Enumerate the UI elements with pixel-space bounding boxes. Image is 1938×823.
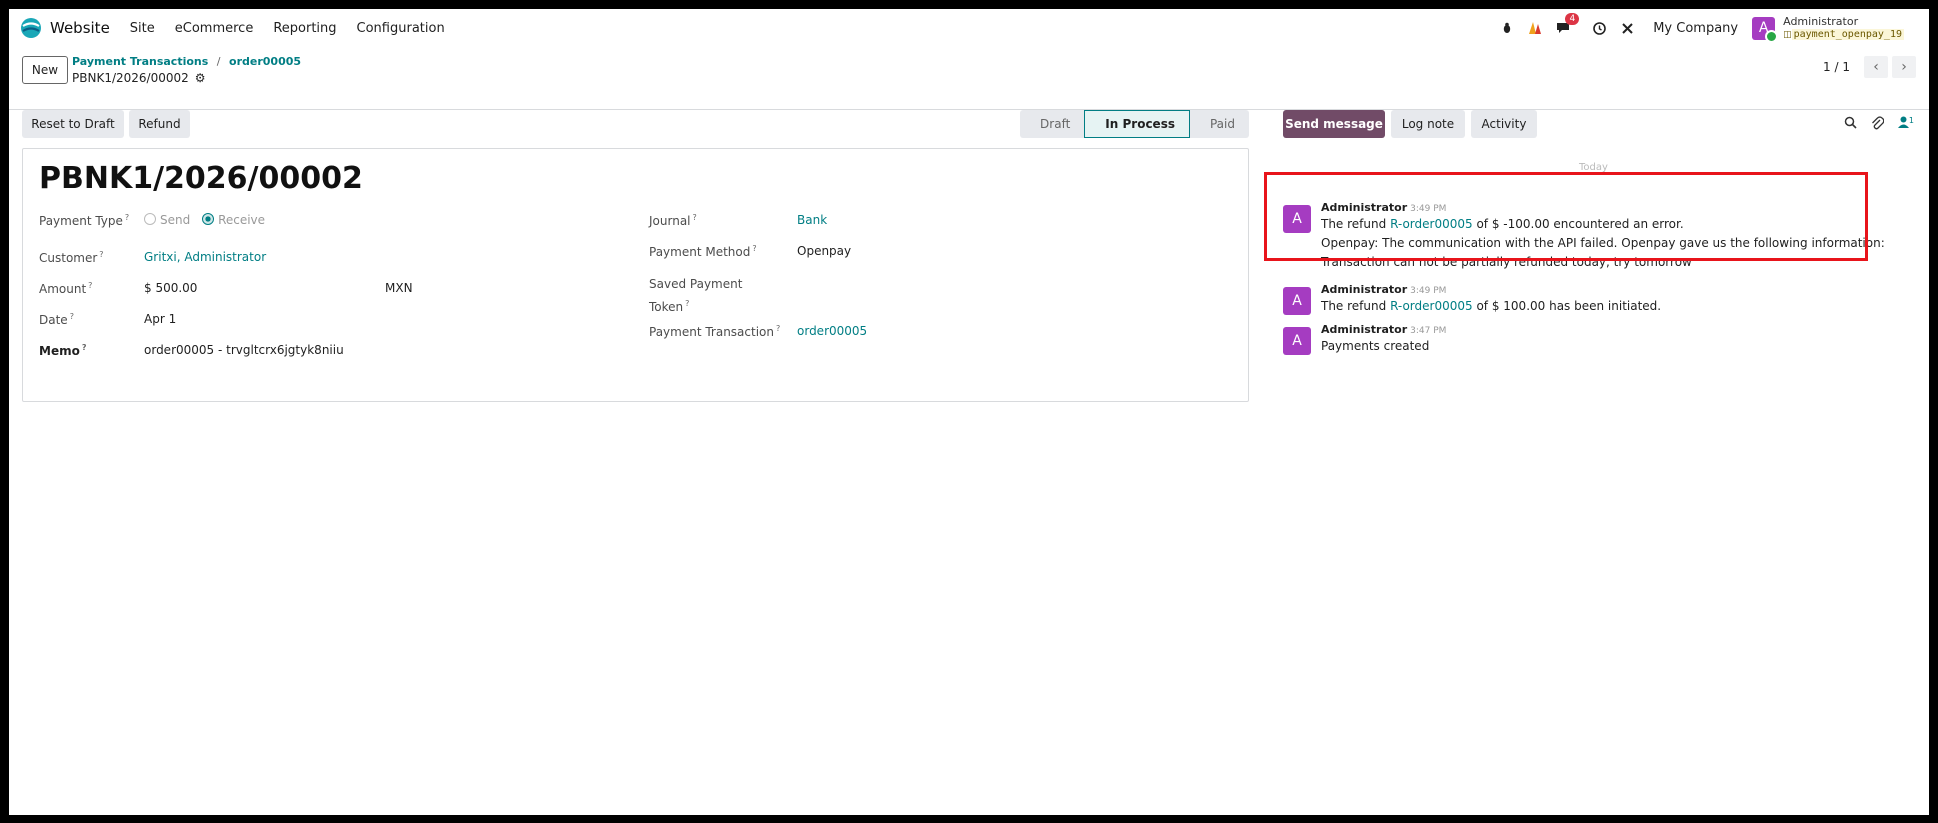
message-author[interactable]: Administrator <box>1321 323 1407 336</box>
menu-item-site[interactable]: Site <box>130 21 155 36</box>
payment-method-label: Payment Method? <box>649 244 757 259</box>
customer-label: Customer? <box>39 250 104 265</box>
journal-label: Journal? <box>649 213 697 228</box>
messages-badge: 4 <box>1565 13 1580 25</box>
stage-selector: Draft In Process Paid <box>1020 110 1249 138</box>
menu-item-ecommerce[interactable]: eCommerce <box>175 21 254 36</box>
payment-transaction-label: Payment Transaction? <box>649 324 781 339</box>
database-icon: ◫ <box>1783 29 1792 40</box>
gear-icon[interactable]: ⚙ <box>195 71 206 85</box>
memo-label: Memo? <box>39 343 87 358</box>
new-button[interactable]: New <box>22 56 68 84</box>
pager-previous-icon[interactable]: ‹ <box>1864 56 1888 78</box>
refund-button[interactable]: Refund <box>129 110 190 138</box>
radio-receive[interactable] <box>202 213 215 225</box>
message-header: Administrator 3:47 PM <box>1321 323 1446 336</box>
pager: 1 / 1 ‹ › <box>1823 56 1916 78</box>
activity-button[interactable]: Activity <box>1471 110 1537 138</box>
tools-icon[interactable] <box>1619 20 1635 36</box>
user-avatar[interactable]: A <box>1752 16 1779 43</box>
payment-title: PBNK1/2026/00002 <box>39 161 363 196</box>
website-app-icon <box>21 18 41 38</box>
radio-send-label: Send <box>160 213 191 227</box>
followers-count: 1 <box>1908 116 1914 125</box>
payment-method-field[interactable]: Openpay <box>797 244 851 258</box>
record-name: PBNK1/2026/00002 ⚙ <box>72 71 206 85</box>
bug-icon[interactable] <box>1499 20 1515 36</box>
control-panel: New Payment Transactions / order00005 PB… <box>9 47 1929 110</box>
app-window: Website Site eCommerce Reporting Configu… <box>9 9 1929 815</box>
record-name-text: PBNK1/2026/00002 <box>72 71 189 85</box>
breadcrumb: Payment Transactions / order00005 <box>72 55 301 68</box>
followers-icon[interactable]: 1 <box>1897 116 1914 134</box>
form-sheet: PBNK1/2026/00002 Payment Type? Send Rece… <box>22 148 1249 402</box>
radio-send[interactable] <box>144 213 156 225</box>
app-brand[interactable]: Website <box>20 17 130 39</box>
online-status-icon <box>1765 29 1779 43</box>
messages-icon[interactable]: 4 <box>1555 13 1580 36</box>
journal-field[interactable]: Bank <box>797 213 827 227</box>
payment-type-field: Send Receive <box>144 213 265 227</box>
status-bar: Reset to Draft Refund Draft In Process P… <box>22 110 1249 140</box>
breadcrumb-separator: / <box>216 55 221 68</box>
stage-draft[interactable]: Draft <box>1020 110 1085 138</box>
date-field[interactable]: Apr 1 <box>144 312 176 326</box>
reset-to-draft-button[interactable]: Reset to Draft <box>22 110 124 138</box>
message-time: 3:47 PM <box>1410 326 1447 336</box>
stage-in-process[interactable]: In Process <box>1084 110 1190 138</box>
pager-next-icon[interactable]: › <box>1892 56 1916 78</box>
user-name: Administrator <box>1783 14 1859 28</box>
menu-item-reporting[interactable]: Reporting <box>273 21 336 36</box>
breadcrumb-payment-transactions[interactable]: Payment Transactions <box>72 55 208 68</box>
stage-paid[interactable]: Paid <box>1189 110 1249 138</box>
send-message-button[interactable]: Send message <box>1283 110 1385 138</box>
payment-transaction-field[interactable]: order00005 <box>797 324 867 338</box>
memo-field[interactable]: order00005 - trvgltcrx6jgtyk8niiu <box>144 343 344 357</box>
top-navbar: Website Site eCommerce Reporting Configu… <box>9 9 1929 47</box>
message-header: Administrator 3:49 PM <box>1321 283 1446 296</box>
customer-field[interactable]: Gritxi, Administrator <box>144 250 266 264</box>
breadcrumb-order[interactable]: order00005 <box>229 55 301 68</box>
author-avatar[interactable]: A <box>1283 327 1311 355</box>
currency-field[interactable]: MXN <box>385 281 413 295</box>
message-author[interactable]: Administrator <box>1321 283 1407 296</box>
database-name: payment_openpay_19 <box>1791 28 1904 40</box>
systray: 4 My Company A Administrator ◫ payment_op… <box>1493 9 1929 47</box>
clock-icon[interactable] <box>1591 20 1607 36</box>
radio-receive-label: Receive <box>218 213 266 227</box>
saved-payment-token-label: Saved Payment Token? <box>649 277 743 314</box>
menu-item-configuration[interactable]: Configuration <box>357 21 445 36</box>
user-menu[interactable]: Administrator ◫ payment_openpay_19 <box>1783 14 1904 41</box>
pager-value[interactable]: 1 / 1 <box>1823 60 1850 74</box>
app-name: Website <box>50 19 110 37</box>
company-switcher[interactable]: My Company <box>1653 21 1738 36</box>
chatter-tools: 1 <box>1844 116 1914 134</box>
amount-field[interactable]: $ 500.00 <box>144 281 197 295</box>
main-menu: Site eCommerce Reporting Configuration <box>130 21 445 36</box>
message-body: Payments created <box>1321 339 1430 353</box>
message-body: The refund R-order00005 of $ 100.00 has … <box>1321 299 1662 313</box>
paperclip-icon[interactable] <box>1871 116 1885 134</box>
message-time: 3:49 PM <box>1410 286 1447 296</box>
payment-type-label: Payment Type? <box>39 213 130 228</box>
ai-icon[interactable] <box>1527 20 1543 36</box>
search-icon[interactable] <box>1844 116 1857 134</box>
refund-link[interactable]: R-order00005 <box>1390 299 1473 313</box>
log-note-button[interactable]: Log note <box>1391 110 1465 138</box>
error-highlight-box <box>1264 172 1868 261</box>
date-label: Date? <box>39 312 74 327</box>
author-avatar[interactable]: A <box>1283 287 1311 315</box>
amount-label: Amount? <box>39 281 93 296</box>
